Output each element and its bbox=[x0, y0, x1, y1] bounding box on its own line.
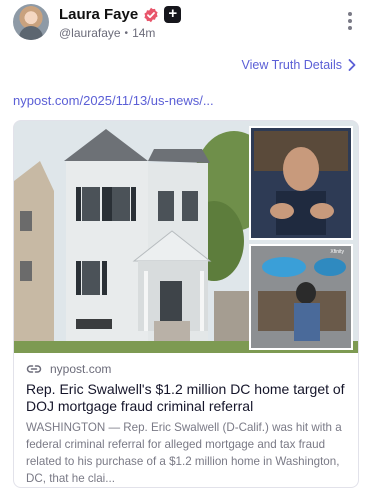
post-header: Laura Faye + @laurafaye • 14m bbox=[13, 4, 359, 42]
post-time[interactable]: 14m bbox=[132, 26, 155, 40]
link-icon bbox=[26, 365, 42, 373]
source-row: nypost.com bbox=[26, 361, 348, 377]
verified-badge-icon bbox=[144, 7, 158, 22]
plus-icon[interactable]: + bbox=[164, 6, 182, 23]
view-details-label: View Truth Details bbox=[241, 58, 342, 72]
author-row: Laura Faye + bbox=[59, 6, 182, 23]
more-vertical-icon[interactable] bbox=[347, 12, 353, 30]
card-source: nypost.com bbox=[50, 362, 112, 376]
article-image[interactable]: Xfinity bbox=[14, 121, 358, 353]
author-name[interactable]: Laura Faye bbox=[59, 6, 138, 23]
inset-caption: Xfinity bbox=[330, 249, 344, 255]
author-handle[interactable]: @laurafaye bbox=[59, 26, 121, 40]
card-title[interactable]: Rep. Eric Swalwell's $1.2 million DC hom… bbox=[26, 381, 348, 415]
card-meta: nypost.com Rep. Eric Swalwell's $1.2 mil… bbox=[26, 361, 348, 487]
link-preview-card[interactable]: Xfinity nypost.com Rep. Eric Swalwell's … bbox=[13, 120, 359, 488]
post-url-link[interactable]: nypost.com/2025/11/13/us-news/... bbox=[13, 93, 214, 108]
separator-dot: • bbox=[124, 27, 129, 39]
card-description: WASHINGTON — Rep. Eric Swalwell (D-Calif… bbox=[26, 421, 342, 485]
avatar[interactable] bbox=[13, 4, 49, 40]
view-truth-details-link[interactable]: View Truth Details bbox=[241, 58, 356, 72]
article-photo-collage: Xfinity bbox=[14, 121, 358, 353]
chevron-right-icon bbox=[348, 59, 356, 71]
handle-row: @laurafaye • 14m bbox=[59, 26, 155, 40]
